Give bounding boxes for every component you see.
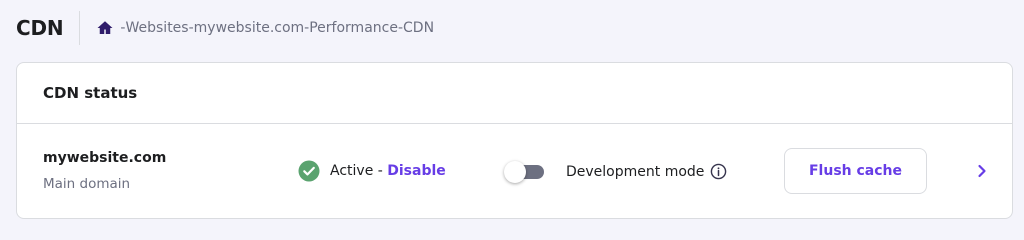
info-icon[interactable]: [710, 163, 727, 180]
development-mode-label: Development mode: [566, 163, 705, 180]
card-header: CDN status: [17, 63, 1012, 124]
page-title: CDN: [16, 16, 64, 40]
header-divider: [79, 11, 81, 45]
chevron-right-icon[interactable]: [974, 163, 990, 179]
status-text: Active -: [330, 163, 388, 179]
breadcrumb-item-domain[interactable]: mywebsite.com: [194, 20, 305, 36]
flush-cache-button[interactable]: Flush cache: [784, 148, 927, 194]
breadcrumb-item-performance[interactable]: Performance: [309, 20, 398, 36]
domain-name: mywebsite.com: [43, 150, 167, 166]
toggle-knob: [504, 161, 526, 183]
breadcrumb-item-cdn: CDN: [403, 20, 435, 36]
breadcrumb-item-websites[interactable]: Websites: [125, 20, 188, 36]
development-mode-toggle[interactable]: [504, 161, 546, 183]
card-title: CDN status: [43, 84, 138, 102]
disable-link[interactable]: Disable: [387, 163, 446, 179]
development-mode: Development mode: [566, 163, 727, 180]
domain-row: mywebsite.com Main domain Active - Disab…: [17, 124, 1012, 219]
breadcrumb: - Websites - mywebsite.com - Performance…: [96, 19, 434, 37]
check-circle-icon: [298, 160, 320, 182]
cdn-status: Active - Disable: [298, 160, 446, 182]
domain-type: Main domain: [43, 176, 131, 192]
page-header: CDN - Websites - mywebsite.com - Perform…: [16, 11, 434, 45]
cdn-status-card: CDN status mywebsite.com Main domain Act…: [16, 62, 1013, 219]
home-icon[interactable]: [96, 19, 114, 37]
